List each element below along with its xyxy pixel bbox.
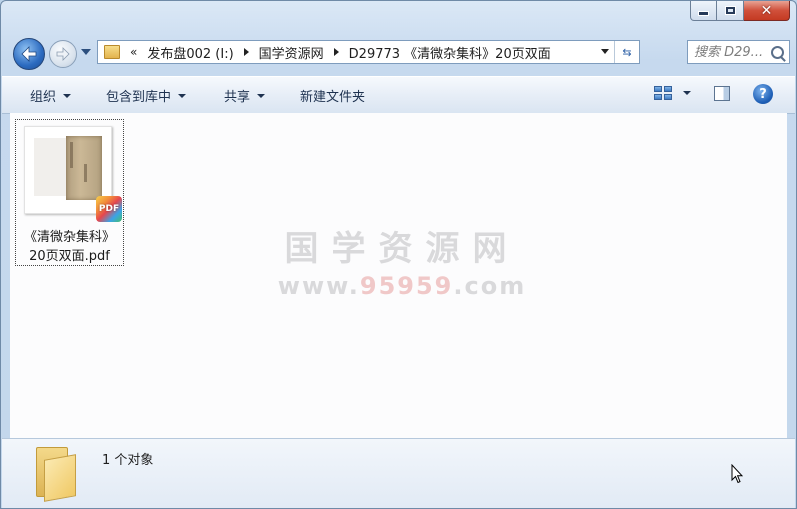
forward-button[interactable] [49,40,77,68]
organize-label: 组织 [30,90,57,105]
change-view-button[interactable] [654,86,672,100]
search-icon[interactable] [771,46,784,59]
minimize-button[interactable] [690,1,717,21]
back-button[interactable] [13,38,45,70]
share-label: 共享 [224,90,251,105]
view-options-dropdown[interactable] [683,91,691,95]
minimize-icon [698,11,709,16]
view-icon [654,86,662,92]
address-dropdown[interactable] [601,49,609,54]
close-button[interactable]: ✕ [744,1,790,21]
share-menu[interactable]: 共享 [224,86,266,105]
breadcrumb-label: 国学资源网 [258,46,324,62]
watermark-title: 国学资源网 [284,229,520,269]
help-icon: ? [759,86,767,102]
breadcrumb-drive[interactable]: 发布盘002 (I:) [147,43,249,62]
file-list[interactable]: PDF 《清微杂集科》 20页双面.pdf 国学资源网 www.95959.co… [10,113,787,438]
chevron-down-icon [257,93,266,98]
chevron-down-icon [63,93,72,98]
navigation-bar: « 发布盘002 (I:) 国学资源网 D29773 《清微杂集科》20页双面 … [9,37,790,70]
folder-icon [36,447,76,502]
maximize-button[interactable] [717,1,744,21]
breadcrumb-label: D29773 《清微杂集科》20页双面 [348,46,551,62]
explorer-window: ✕ « 发布盘002 (I:) 国学资源网 D29773 《清微杂集科》20页双… [0,0,797,509]
refresh-button[interactable]: ⇆ [614,41,639,63]
preview-pane-button[interactable] [714,86,730,101]
close-icon: ✕ [760,2,773,19]
new-folder-button[interactable]: 新建文件夹 [300,86,365,105]
watermark-url-suffix: .com [453,272,527,300]
include-library-label: 包含到库中 [106,90,172,105]
folder-icon [104,45,120,59]
watermark: 国学资源网 www.95959.com [272,221,532,300]
search-input[interactable] [694,44,770,60]
thumbnail-page [34,138,68,196]
breadcrumb-guoxue[interactable]: 国学资源网 [259,43,339,62]
caption-buttons: ✕ [690,1,790,21]
recent-pages-dropdown[interactable] [81,49,91,55]
thumbnail-book-cover [66,136,102,200]
maximize-icon [724,6,736,15]
help-button[interactable]: ? [753,84,773,104]
breadcrumb-overflow[interactable]: « [130,45,137,59]
watermark-url: www.95959.com [272,272,532,300]
breadcrumb-current-folder[interactable]: D29773 《清微杂集科》20页双面 [349,43,551,62]
pdf-icon: PDF [96,196,122,222]
arrow-right-icon [56,47,70,61]
organize-menu[interactable]: 组织 [30,86,72,105]
watermark-url-number: 95959 [359,272,454,300]
refresh-icon: ⇆ [622,45,632,59]
watermark-url-prefix: www. [277,272,360,300]
new-folder-label: 新建文件夹 [300,90,366,105]
view-icon [664,86,672,92]
file-name[interactable]: 《清微杂集科》 20页双面.pdf [16,228,123,266]
pdf-badge-label: PDF [98,204,120,214]
folder-front [44,454,76,502]
chevron-right-icon[interactable] [333,48,339,56]
view-icon [654,94,662,100]
item-count: 1 个对象 [102,453,154,468]
search-box[interactable] [687,40,790,64]
file-item[interactable]: PDF 《清微杂集科》 20页双面.pdf [15,119,124,266]
details-pane: 1 个对象 [2,438,795,508]
arrow-left-icon [21,46,37,62]
file-name-line1: 《清微杂集科》 [23,230,115,245]
file-name-line2: 20页双面.pdf [29,249,110,264]
command-bar: 组织 包含到库中 共享 新建文件夹 ? [2,76,795,114]
mouse-cursor-icon [731,464,743,484]
breadcrumb-label: 发布盘002 (I:) [147,46,234,62]
view-icon [664,94,672,100]
chevron-down-icon [178,93,187,98]
address-bar[interactable]: « 发布盘002 (I:) 国学资源网 D29773 《清微杂集科》20页双面 … [97,40,640,64]
include-library-menu[interactable]: 包含到库中 [106,86,187,105]
chevron-right-icon[interactable] [243,48,249,56]
